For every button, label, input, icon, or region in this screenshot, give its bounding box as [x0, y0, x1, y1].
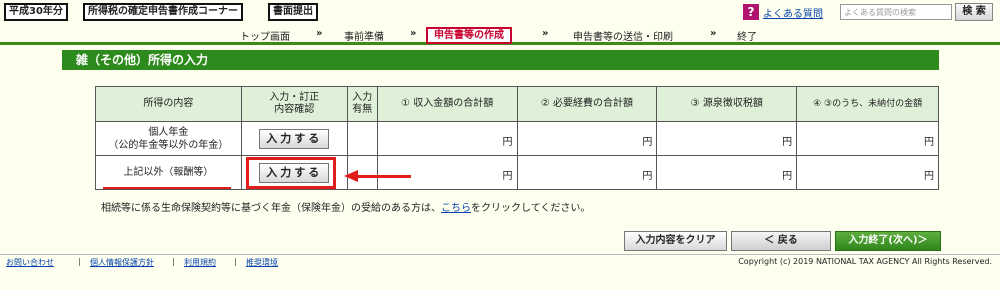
footer-link-contact[interactable]: お問い合わせ — [6, 257, 54, 268]
table-row: 上記以外（報酬等） 入力する 円 円 円 円 — [95, 155, 939, 190]
table-row: 個人年金 （公的年金等以外の年金） 入力する 円 円 円 円 — [95, 121, 939, 156]
footer-separator: | — [234, 257, 237, 266]
faq-link[interactable]: よくある質問 — [763, 5, 823, 20]
header-income-content: 所得の内容 — [95, 86, 242, 122]
copyright-text: Copyright (c) 2019 NATIONAL TAX AGENCY A… — [738, 257, 992, 266]
footer-separator: | — [172, 257, 175, 266]
expense-yen: 円 — [516, 155, 658, 190]
withholding-yen: 円 — [656, 121, 798, 156]
footer: お問い合わせ | 個人情報保護方針 | 利用規約 | 推奨環境 Copyrigh… — [0, 254, 1000, 268]
income-table: 所得の内容 入力・訂正 内容確認 入力 有無 ① 収入金額の合計額 ② 必要経費… — [95, 86, 939, 190]
faq-search-input[interactable] — [840, 4, 952, 20]
unpaid-yen: 円 — [796, 121, 939, 156]
revenue-yen: 円 — [376, 121, 518, 156]
header-has-input: 入力 有無 — [346, 86, 378, 122]
step-create-active: 申告書等の作成 — [426, 27, 512, 44]
step-prepare: 事前準備 — [344, 32, 384, 43]
red-underline — [103, 187, 231, 189]
highlight-box — [246, 157, 336, 189]
note-text-before: 相続等に係る生命保険契約等に基づく年金（保険年金）の受給のある方は、 — [101, 203, 441, 214]
tax-year-label: 平成30年分 — [4, 3, 68, 21]
corner-title: 所得税の確定申告書作成コーナー — [83, 3, 243, 21]
withholding-yen: 円 — [656, 155, 798, 190]
header-input-confirm: 入力・訂正 内容確認 — [240, 86, 348, 122]
help-icon[interactable]: ? — [743, 4, 759, 20]
page-title: 雑（その他）所得の入力 — [62, 50, 939, 70]
step-navigation: トップ画面 » 事前準備 » 申告書等の作成 » 申告書等の送信・印刷 » 終了 — [0, 27, 1000, 45]
header-unpaid-amount: ④ ③のうち、未納付の金額 — [796, 86, 939, 122]
pension-note: 相続等に係る生命保険契約等に基づく年金（保険年金）の受給のある方は、こちらをクリ… — [101, 199, 590, 214]
red-arrow-shaft — [357, 175, 411, 178]
enter-private-pension-button[interactable]: 入力する — [259, 128, 330, 149]
step-separator: » — [410, 28, 417, 39]
step-top: トップ画面 — [240, 32, 290, 43]
expense-yen: 円 — [516, 121, 658, 156]
clear-input-button[interactable]: 入力内容をクリア — [624, 231, 727, 251]
footer-link-privacy[interactable]: 個人情報保護方針 — [90, 257, 154, 268]
step-separator: » — [710, 28, 717, 39]
header-withholding-tax: ③ 源泉徴収税額 — [656, 86, 798, 122]
footer-link-environment[interactable]: 推奨環境 — [246, 257, 278, 268]
search-button[interactable]: 検 索 — [955, 3, 993, 21]
step-end: 終了 — [737, 32, 757, 43]
submit-paper-label: 書面提出 — [268, 3, 318, 21]
footer-separator: | — [78, 257, 81, 266]
row-label-other-remuneration: 上記以外（報酬等） — [95, 155, 242, 190]
has-input-cell — [346, 121, 378, 156]
footer-link-terms[interactable]: 利用規約 — [184, 257, 216, 268]
step-separator: » — [542, 28, 549, 39]
top-bar: 平成30年分 所得税の確定申告書作成コーナー 書面提出 ? よくある質問 検 索 — [0, 0, 1000, 24]
back-button[interactable]: ＜ 戻る — [731, 231, 831, 251]
table-header-row: 所得の内容 入力・訂正 内容確認 入力 有無 ① 収入金額の合計額 ② 必要経費… — [95, 86, 939, 122]
row-label-private-pension: 個人年金 （公的年金等以外の年金） — [95, 121, 242, 156]
unpaid-yen: 円 — [796, 155, 939, 190]
step-separator: » — [316, 28, 323, 39]
step-send-print: 申告書等の送信・印刷 — [573, 32, 673, 43]
row-button-cell: 入力する — [240, 121, 348, 156]
red-arrow-icon — [344, 170, 358, 182]
header-expense-total: ② 必要経費の合計額 — [516, 86, 658, 122]
header-revenue-total: ① 収入金額の合計額 — [376, 86, 518, 122]
note-text-after: をクリックしてください。 — [471, 203, 591, 214]
note-link-here[interactable]: こちら — [441, 203, 471, 214]
revenue-yen: 円 — [376, 155, 518, 190]
next-button[interactable]: 入力終了(次へ)＞ — [835, 231, 941, 251]
